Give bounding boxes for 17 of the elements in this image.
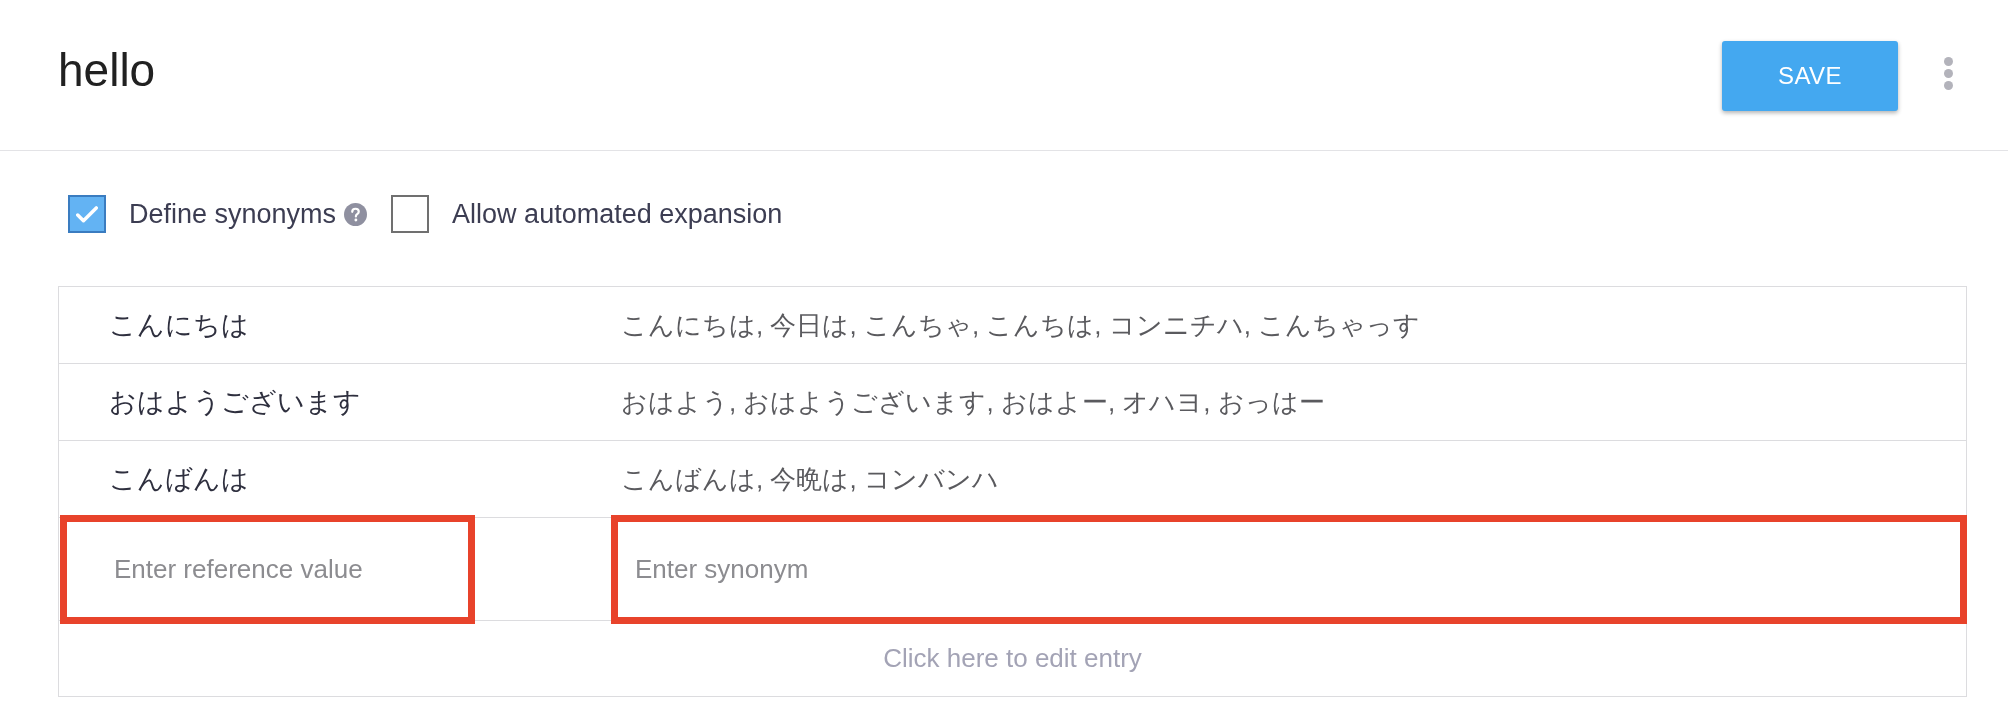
synonyms-cell-text: おはよう, おはようございます, おはよー, オハヨ, おっはー	[620, 385, 1325, 419]
reference-value-input[interactable]: Enter reference value	[60, 515, 475, 624]
page-title: hello	[58, 43, 156, 97]
checkbox[interactable]	[391, 195, 430, 233]
synonyms-cell-text: こんにちは, 今日は, こんちゃ, こんちは, コンニチハ, こんちゃっす	[620, 308, 1421, 342]
save-button[interactable]: SAVE	[1722, 41, 1898, 111]
reference-value-cell-text: こんばんは	[108, 463, 250, 496]
checkbox[interactable]	[68, 195, 106, 233]
help-icon[interactable]	[344, 202, 368, 226]
checkbox-label: Allow automated expansion	[452, 198, 783, 230]
checkbox-label: Define synonyms	[129, 198, 337, 230]
synonym-input[interactable]: Enter synonym	[611, 515, 1967, 624]
reference-value-cell-text: おはようございます	[108, 386, 362, 419]
synonyms-cell-text: こんばんは, 今晩は, コンバンハ	[620, 462, 999, 496]
edit-entry-link[interactable]: Click here to edit entry	[883, 643, 1142, 674]
checkmark-icon	[76, 205, 98, 223]
reference-value-cell-text: こんにちは	[108, 309, 250, 342]
